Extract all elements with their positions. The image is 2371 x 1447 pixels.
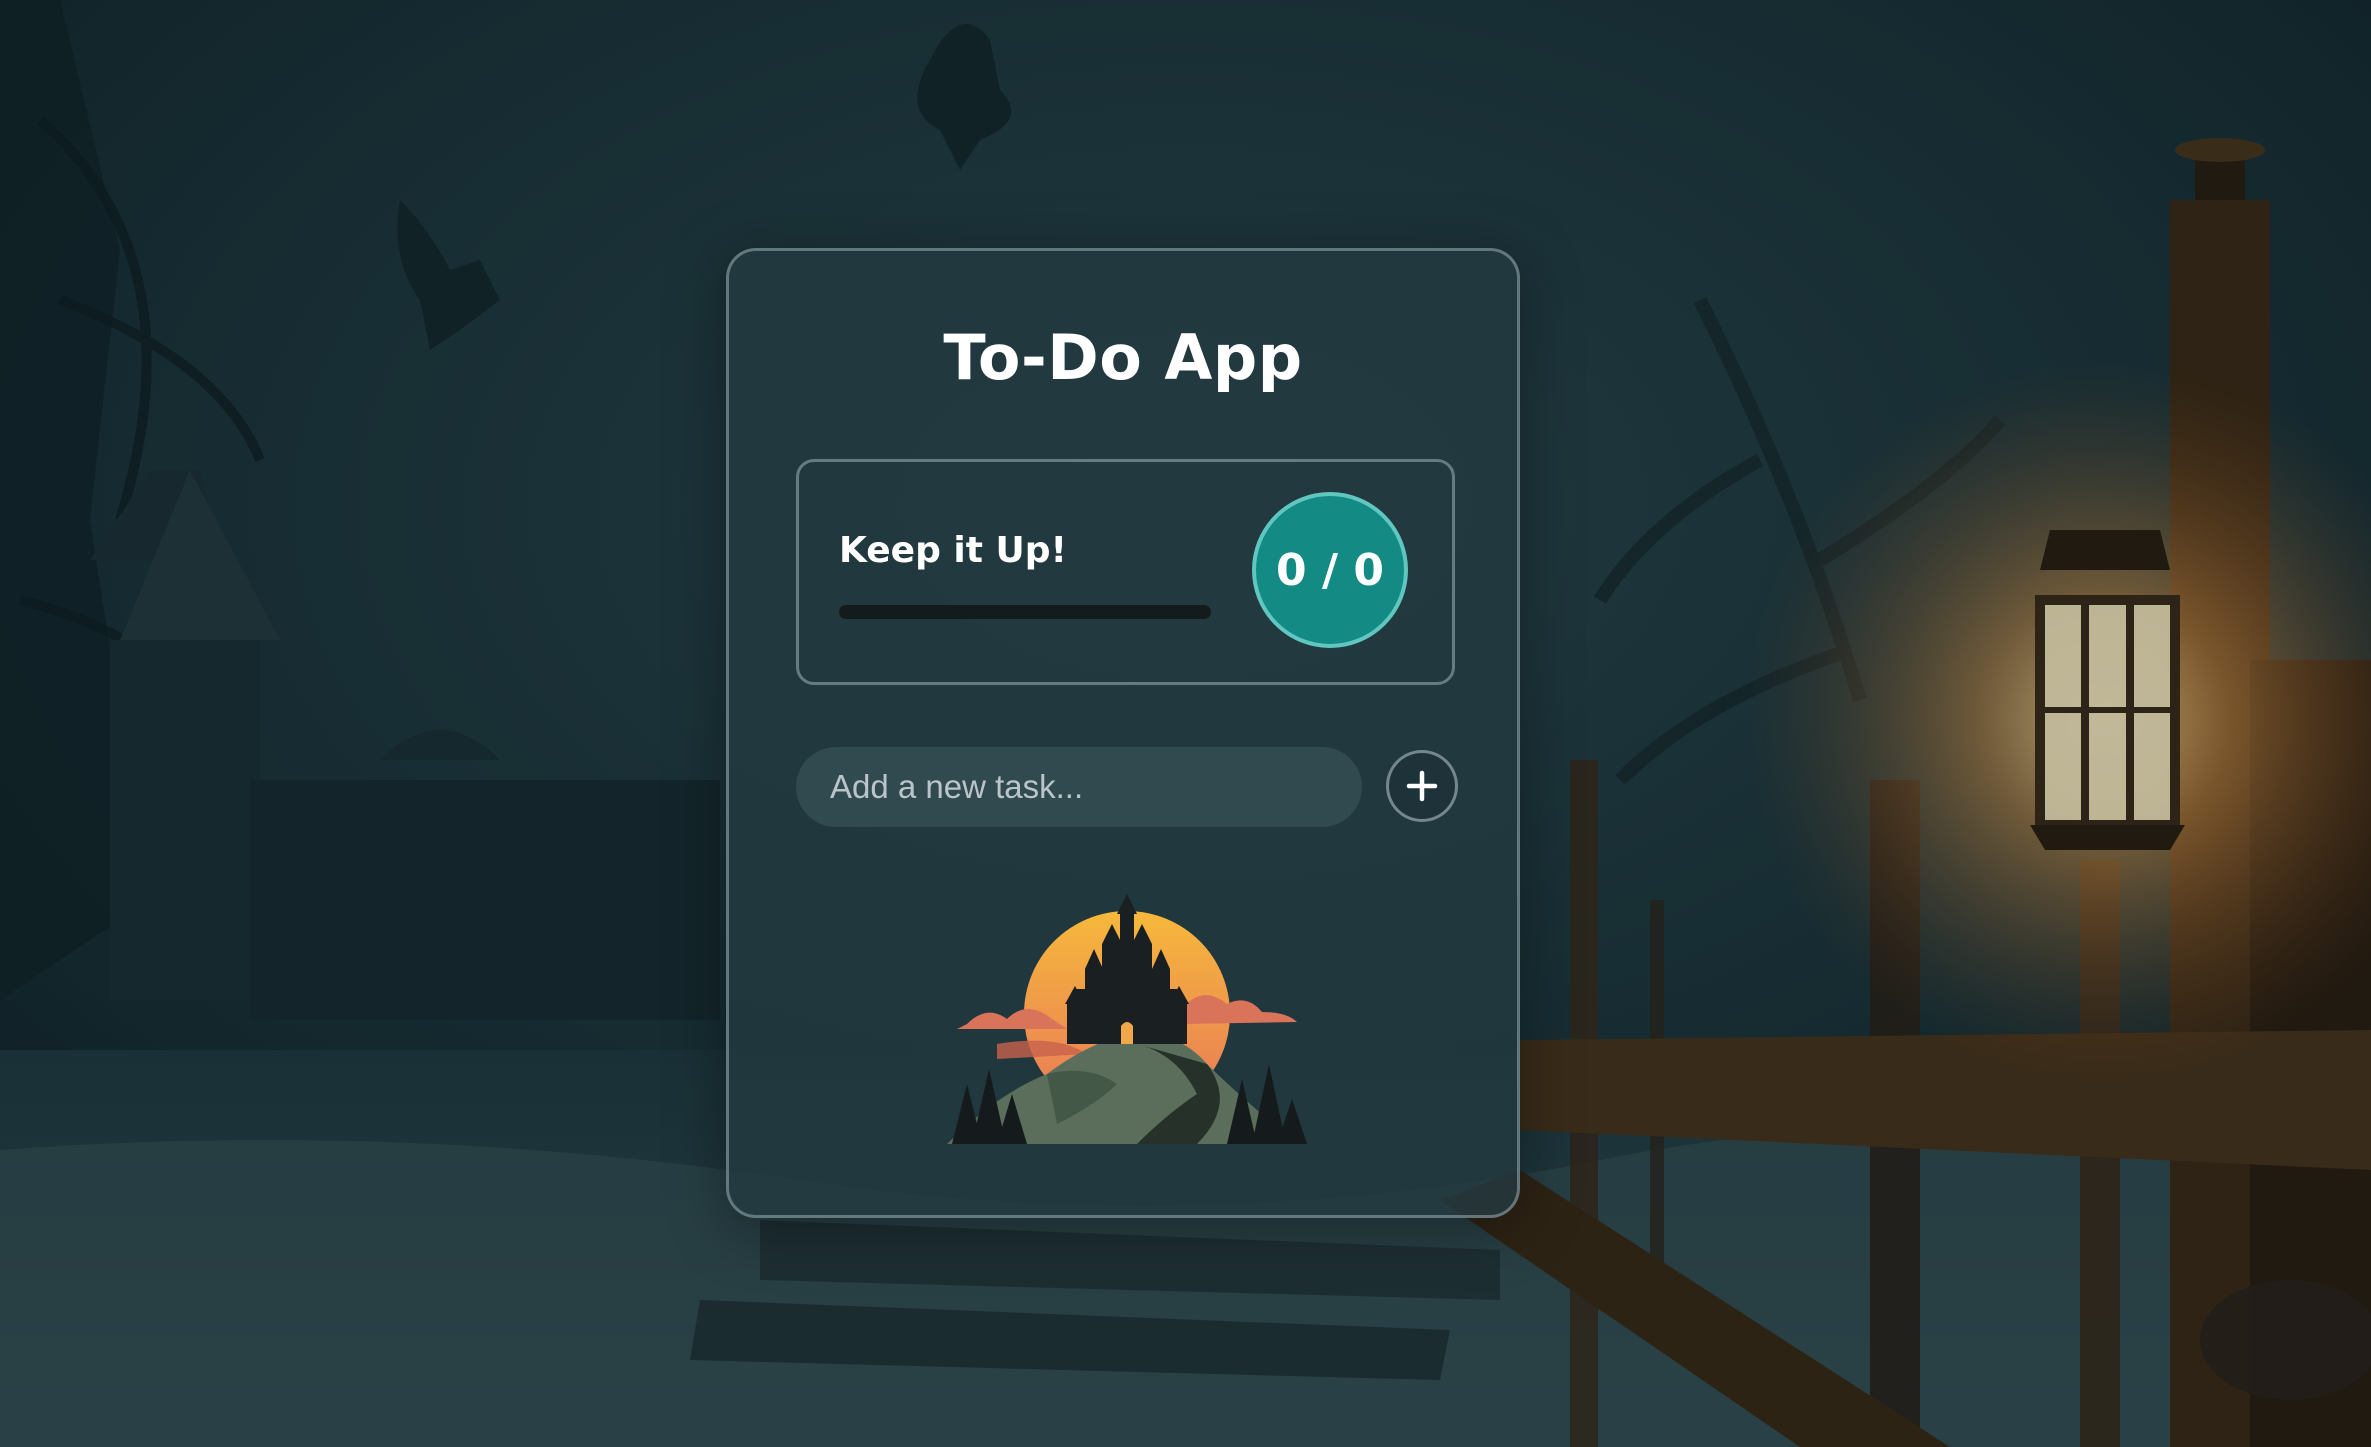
empty-state-castle-illustration [937, 894, 1317, 1144]
stats-panel: Keep it Up! 0 / 0 [796, 459, 1455, 685]
stats-label: Keep it Up! [839, 530, 1067, 571]
new-task-input[interactable] [796, 747, 1362, 827]
task-counter: 0 / 0 [1252, 492, 1408, 648]
plus-icon [1406, 770, 1438, 802]
progress-bar [839, 605, 1211, 619]
app-title: To-Do App [943, 321, 1303, 394]
todo-card: To-Do App Keep it Up! 0 / 0 [726, 248, 1520, 1218]
add-task-button[interactable] [1386, 750, 1458, 822]
